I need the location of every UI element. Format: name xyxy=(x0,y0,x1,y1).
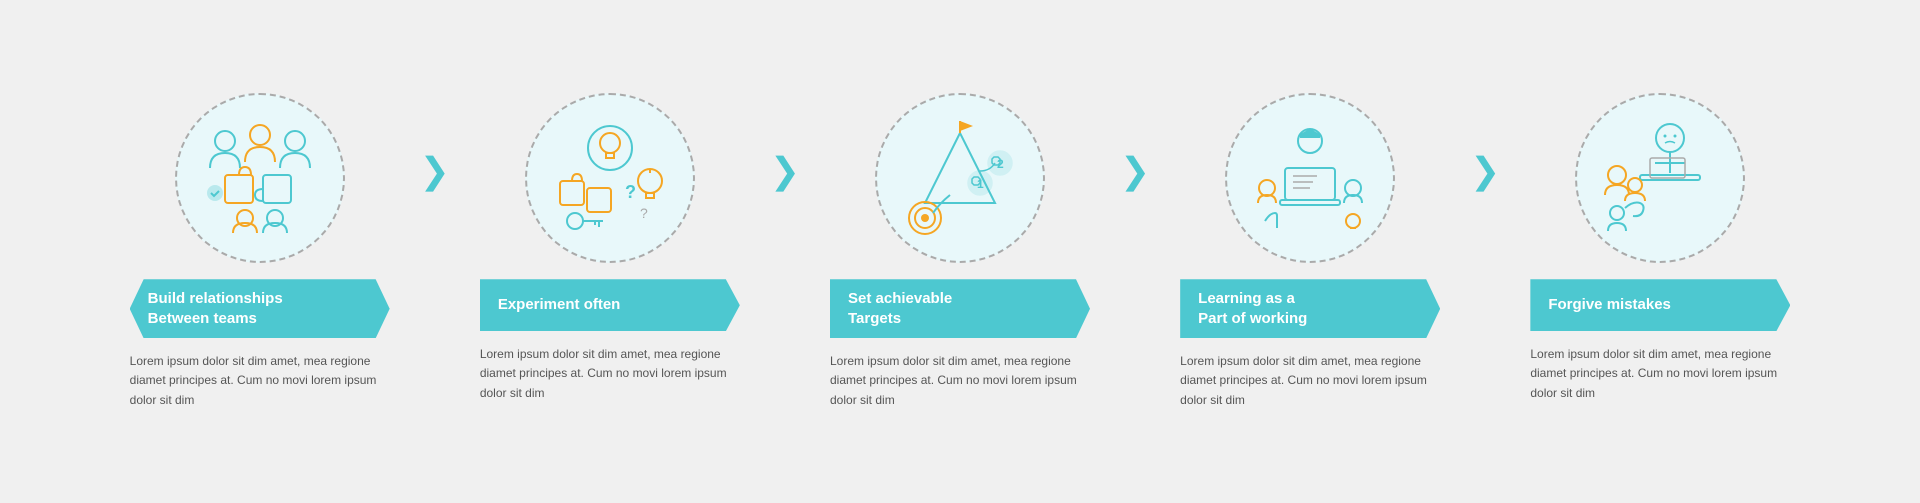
step5-label-text: Forgive mistakes xyxy=(1548,295,1671,315)
step4-icon xyxy=(1245,113,1375,243)
svg-text:?: ? xyxy=(640,205,648,221)
svg-text:?: ? xyxy=(625,182,636,202)
step2-icon-circle: ? ? xyxy=(525,93,695,263)
step1-label: Build relationships Between teams xyxy=(130,279,390,338)
step5-icon-circle xyxy=(1575,93,1745,263)
step-build-relationships: Build relationships Between teams Lorem … xyxy=(90,93,430,410)
step3-description: Lorem ipsum dolor sit dim amet, mea regi… xyxy=(830,352,1090,410)
step2-description: Lorem ipsum dolor sit dim amet, mea regi… xyxy=(480,345,740,403)
step1-icon-circle xyxy=(175,93,345,263)
step-experiment-often: ? ? Experiment often Lorem ipsum dolor s… xyxy=(440,93,780,403)
step1-label-text: Build relationships Between teams xyxy=(148,289,283,328)
step4-label: Learning as a Part of working xyxy=(1180,279,1440,338)
step4-label-text: Learning as a Part of working xyxy=(1198,289,1307,328)
step-forgive-mistakes: Forgive mistakes Lorem ipsum dolor sit d… xyxy=(1490,93,1830,403)
step-set-targets: 1 2 Set achievable Targets Lorem ipsum d… xyxy=(790,93,1130,410)
step5-icon xyxy=(1595,113,1725,243)
step4-description: Lorem ipsum dolor sit dim amet, mea regi… xyxy=(1180,352,1440,410)
step1-description: Lorem ipsum dolor sit dim amet, mea regi… xyxy=(130,352,390,410)
step3-label-text: Set achievable Targets xyxy=(848,289,952,328)
step3-label: Set achievable Targets xyxy=(830,279,1090,338)
step2-icon: ? ? xyxy=(545,113,675,243)
step2-label-text: Experiment often xyxy=(498,295,621,315)
step3-icon: 1 2 xyxy=(895,113,1025,243)
step4-icon-circle xyxy=(1225,93,1395,263)
step-learning: Learning as a Part of working Lorem ipsu… xyxy=(1140,93,1480,410)
step5-description: Lorem ipsum dolor sit dim amet, mea regi… xyxy=(1530,345,1790,403)
step1-icon xyxy=(195,113,325,243)
step2-label: Experiment often xyxy=(480,279,740,331)
step3-icon-circle: 1 2 xyxy=(875,93,1045,263)
step5-label: Forgive mistakes xyxy=(1530,279,1790,331)
infographic: Build relationships Between teams Lorem … xyxy=(0,73,1920,430)
